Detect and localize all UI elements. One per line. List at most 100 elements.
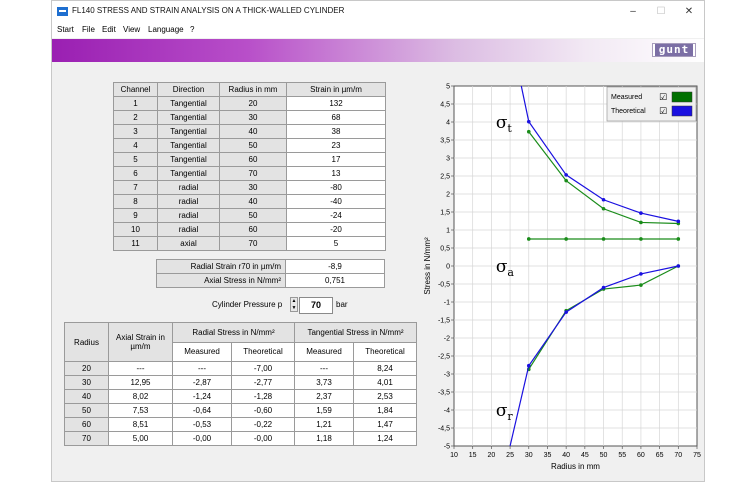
channel-strain: -40: [286, 194, 386, 209]
channel-number: 5: [113, 152, 158, 167]
channel-direction: Tangential: [157, 166, 220, 181]
channel-row: 1 Tangential 20 132: [113, 96, 386, 111]
channel-row: 3 Tangential 40 38: [113, 124, 386, 139]
result-radial-measured: ---: [172, 361, 232, 376]
channel-number: 7: [113, 180, 158, 195]
logo-text: gunt: [655, 44, 693, 56]
channel-direction: Tangential: [157, 138, 220, 153]
channel-number: 9: [113, 208, 158, 223]
x-tick-label: 65: [656, 452, 664, 459]
menu-bar: Start File Edit View Language ?: [52, 23, 704, 38]
legend-checkbox[interactable]: ☑: [659, 93, 667, 103]
y-axis-label: Stress in N/mm²: [423, 237, 432, 295]
maximize-button[interactable]: ☐: [650, 4, 672, 20]
result-radius: 30: [64, 375, 109, 390]
header-banner: gunt: [52, 39, 704, 62]
channel-strain: 13: [286, 166, 386, 181]
result-radial-measured: -1,24: [172, 389, 232, 404]
x-axis-label: Radius in mm: [551, 462, 600, 471]
y-tick-label: 2: [446, 192, 450, 199]
result-axial-strain: 5,00: [108, 431, 173, 446]
channel-strain: 5: [286, 236, 386, 251]
header-radial-measured: Measured: [172, 341, 232, 362]
channel-number: 8: [113, 194, 158, 209]
y-tick-label: 1: [446, 228, 450, 235]
x-tick-label: 40: [562, 452, 570, 459]
pressure-input[interactable]: 70: [299, 297, 333, 314]
y-tick-label: 5: [446, 84, 450, 91]
legend-label: Measured: [611, 94, 642, 101]
channel-row: 10 radial 60 -20: [113, 222, 386, 237]
results-row: 70 5,00 -0,00 -0,00 1,18 1,24: [64, 431, 417, 446]
channel-strain: -80: [286, 180, 386, 195]
header-channel: Channel: [113, 82, 158, 97]
pressure-spinner[interactable]: ▲ ▼: [290, 297, 298, 312]
channel-row: 8 radial 40 -40: [113, 194, 386, 209]
channel-row: 9 radial 50 -24: [113, 208, 386, 223]
pressure-unit: bar: [336, 300, 348, 309]
result-radius: 40: [64, 389, 109, 404]
channel-row: 11 axial 70 5: [113, 236, 386, 251]
menu-edit[interactable]: Edit: [102, 25, 116, 34]
result-tangential-theoretical: 8,24: [353, 361, 417, 376]
menu-view[interactable]: View: [123, 25, 140, 34]
data-point-measured: [639, 237, 643, 241]
channel-number: 10: [113, 222, 158, 237]
data-point-theoretical: [601, 285, 606, 290]
channel-strain: 132: [286, 96, 386, 111]
channel-header-row: Channel Direction Radius in mm Strain in…: [113, 82, 386, 97]
result-tangential-measured: 3,73: [294, 375, 354, 390]
menu-help[interactable]: ?: [190, 25, 194, 34]
y-tick-label: 4,5: [440, 102, 450, 109]
result-radial-theoretical: -0,22: [231, 417, 295, 432]
result-tangential-theoretical: 1,24: [353, 431, 417, 446]
data-point-theoretical: [639, 272, 643, 276]
menu-start[interactable]: Start: [57, 25, 74, 34]
result-tangential-theoretical: 1,47: [353, 417, 417, 432]
menu-file[interactable]: File: [82, 25, 95, 34]
channel-direction: radial: [157, 194, 220, 209]
result-radius: 60: [64, 417, 109, 432]
channel-strain: 68: [286, 110, 386, 125]
channel-number: 6: [113, 166, 158, 181]
pressure-label: Cylinder Pressure p: [212, 300, 283, 309]
minimize-button[interactable]: –: [622, 4, 644, 20]
data-point-measured: [526, 129, 531, 134]
y-tick-label: -1: [444, 300, 450, 307]
menu-language[interactable]: Language: [148, 25, 184, 34]
x-tick-label: 20: [487, 452, 495, 459]
header-axial-strain: Axial Strain in µm/m: [108, 322, 173, 362]
channel-table-body: 1 Tangential 20 132 2 Tangential 30 68 3 Tangenti…: [113, 96, 386, 251]
channel-radius: 20: [219, 96, 287, 111]
channel-strain: 17: [286, 152, 386, 167]
legend-checkbox[interactable]: ☑: [659, 107, 667, 117]
data-point-measured: [526, 237, 531, 241]
sigma-subscript: r: [507, 410, 513, 423]
legend-label: Theoretical: [611, 108, 646, 115]
close-button[interactable]: ✕: [678, 4, 700, 20]
channel-row: 7 radial 30 -80: [113, 180, 386, 195]
data-point-theoretical: [639, 211, 643, 215]
y-tick-label: -4: [444, 408, 450, 415]
result-radial-theoretical: -2,77: [231, 375, 295, 390]
info-row: Axial Stress in N/mm² 0,751: [156, 273, 385, 288]
sigma-subscript: a: [507, 266, 514, 279]
app-icon: [57, 7, 68, 16]
data-point-measured: [639, 220, 643, 225]
legend-swatch: [671, 91, 693, 103]
axial-stress-value: 0,751: [285, 273, 385, 288]
axial-stress-label: Axial Stress in N/mm²: [156, 273, 286, 288]
result-radial-measured: -0,53: [172, 417, 232, 432]
channel-direction: Tangential: [157, 124, 220, 139]
channel-strain: 38: [286, 124, 386, 139]
y-tick-label: -3,5: [438, 390, 450, 397]
x-tick-label: 55: [618, 452, 626, 459]
result-radius: 50: [64, 403, 109, 418]
radial-strain-label: Radial Strain r70 in µm/m: [156, 259, 286, 274]
data-point-measured: [564, 237, 568, 241]
channel-number: 2: [113, 110, 158, 125]
channel-row: 6 Tangential 70 13: [113, 166, 386, 181]
channel-direction: Tangential: [157, 96, 220, 111]
result-tangential-theoretical: 4,01: [353, 375, 417, 390]
x-tick-label: 25: [506, 452, 514, 459]
